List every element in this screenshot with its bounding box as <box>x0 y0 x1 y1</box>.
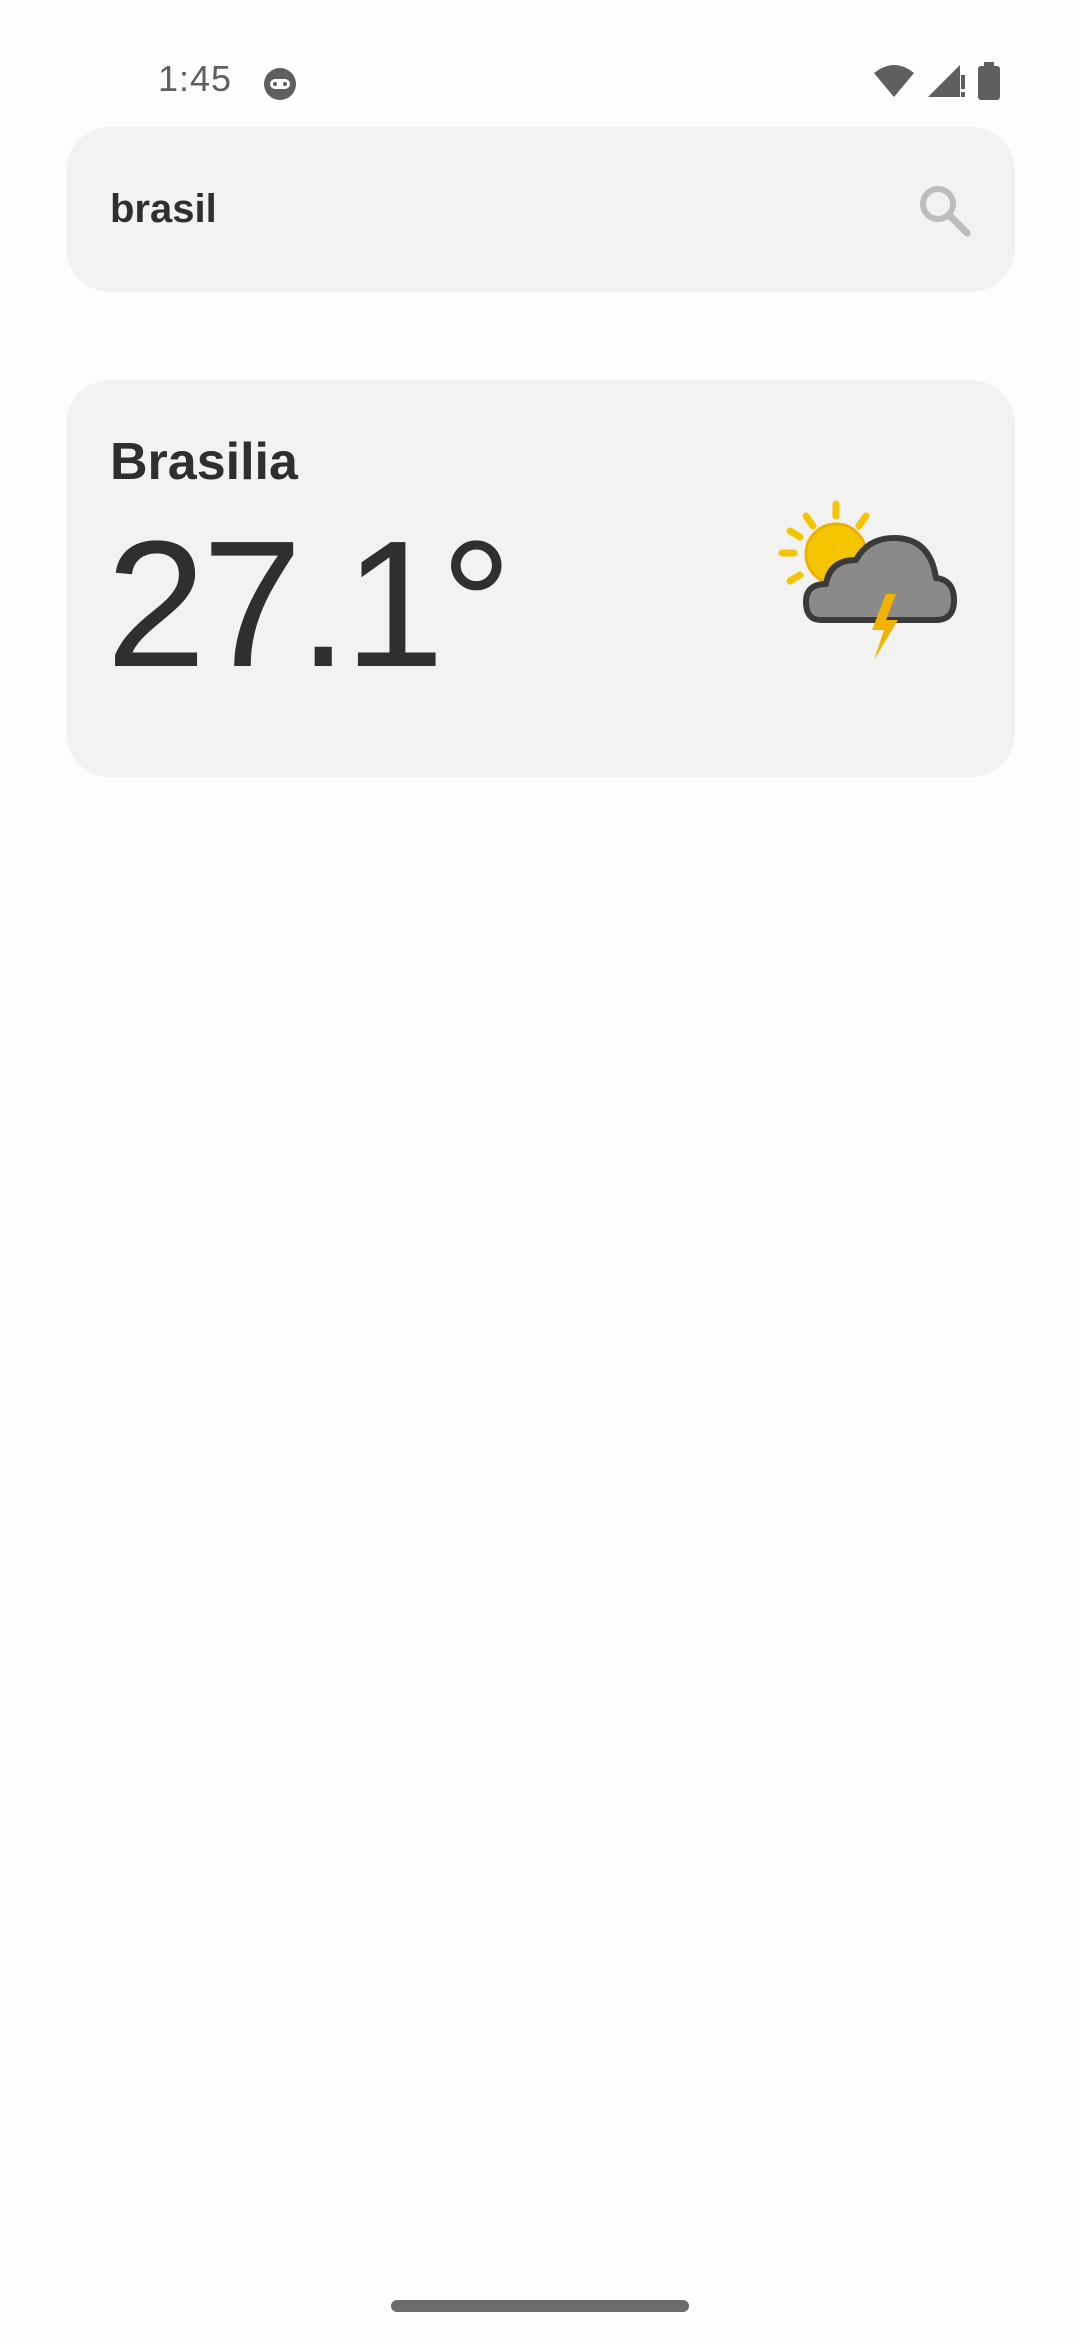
weather-card[interactable]: Brasilia 27.1° <box>66 380 1015 777</box>
signal-icon <box>928 65 965 97</box>
temperature: 27.1° <box>106 504 512 705</box>
wifi-icon <box>874 65 914 97</box>
status-icons <box>872 62 1002 100</box>
status-bar: 1:45 <box>0 0 1080 120</box>
weather-app-screen: 1:45 brasil Brasilia 27.1° <box>0 0 1080 2340</box>
gesture-navigation-bar[interactable] <box>391 2300 689 2312</box>
city-name: Brasilia <box>110 433 298 491</box>
battery-icon <box>978 62 1000 100</box>
status-time: 1:45 <box>158 58 233 99</box>
sun-cloud-thunder-icon <box>778 500 957 660</box>
search-icon[interactable] <box>913 179 975 241</box>
search-bar[interactable] <box>66 127 1015 292</box>
search-input[interactable] <box>110 179 870 239</box>
android-face-icon <box>264 68 296 100</box>
